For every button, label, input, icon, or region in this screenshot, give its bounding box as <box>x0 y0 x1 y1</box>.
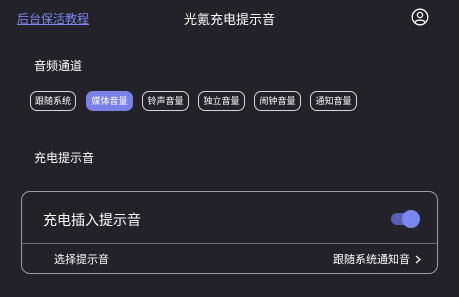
choose-sound-value: 跟随系统通知音 <box>333 253 410 266</box>
app-title: 光氪充电提示音 <box>183 13 275 28</box>
channel-option-notification-volume[interactable]: 通知音量 <box>310 91 357 111</box>
choose-sound-row[interactable]: 选择提示音 跟随系统通知音 <box>22 244 437 274</box>
charge-sound-section-title: 充电提示音 <box>34 151 95 165</box>
top-bar: 后台保活教程 光氪充电提示音 <box>0 0 459 34</box>
plug-in-sound-label: 充电插入提示音 <box>43 213 141 229</box>
channel-option-media-volume[interactable]: 媒体音量 <box>86 91 133 111</box>
chevron-right-icon <box>415 255 421 264</box>
choose-sound-label: 选择提示音 <box>54 253 109 266</box>
plug-in-sound-toggle[interactable] <box>391 210 420 228</box>
account-circle-icon[interactable] <box>411 8 429 26</box>
channel-option-ringtone-volume[interactable]: 铃声音量 <box>142 91 189 111</box>
audio-channel-section-title: 音频通道 <box>34 59 83 73</box>
channel-option-alarm-volume[interactable]: 闹钟音量 <box>254 91 301 111</box>
charge-sound-card: 充电插入提示音 选择提示音 跟随系统通知音 <box>21 191 438 274</box>
channel-option-independent-volume[interactable]: 独立音量 <box>198 91 245 111</box>
toggle-thumb <box>402 210 420 228</box>
channel-option-follow-system[interactable]: 跟随系统 <box>30 91 76 111</box>
